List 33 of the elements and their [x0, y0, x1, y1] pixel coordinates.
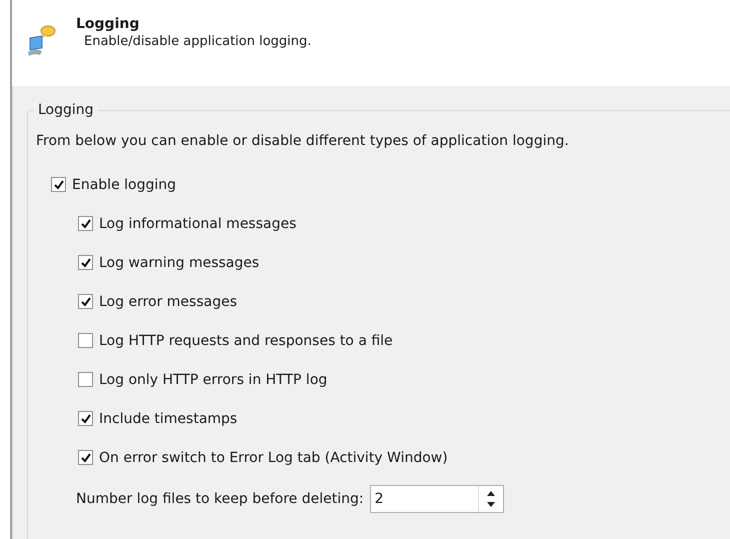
checkbox[interactable]	[51, 177, 66, 192]
spinner-label: Number log files to keep before deleting:	[76, 491, 364, 507]
number-spinner[interactable]: 2	[370, 485, 504, 513]
checkbox[interactable]	[78, 333, 93, 348]
up-arrow-icon[interactable]	[486, 491, 495, 496]
checkbox-label: Log error messages	[99, 294, 238, 310]
checkbox[interactable]	[78, 255, 93, 270]
checkbox-label: On error switch to Error Log tab (Activity Window)	[99, 450, 448, 466]
checkbox[interactable]	[78, 450, 93, 465]
checkbox-label: Log only HTTP errors in HTTP log	[99, 372, 328, 388]
page-title: Logging	[76, 16, 140, 32]
checkbox-option[interactable]: Log only HTTP errors in HTTP log	[78, 360, 730, 399]
page-subtitle: Enable/disable application logging.	[84, 34, 312, 49]
checkbox-option[interactable]: Enable logging	[51, 165, 730, 204]
down-arrow-icon[interactable]	[486, 502, 495, 507]
checkbox-label: Log warning messages	[99, 254, 260, 270]
group-title: Logging	[34, 102, 98, 118]
checkbox-label: Log HTTP requests and responses to a file	[99, 332, 393, 348]
checkbox-label: Include timestamps	[99, 410, 238, 426]
description-text: From below you can enable or disable different types of application logging.	[36, 133, 570, 149]
checkbox[interactable]	[78, 294, 93, 309]
checkbox-option[interactable]: Log warning messages	[78, 243, 730, 282]
checkbox-option[interactable]: Log informational messages	[78, 204, 730, 243]
checkbox-option[interactable]: On error switch to Error Log tab (Activity Window)	[78, 438, 730, 477]
checkbox[interactable]	[78, 411, 93, 426]
checkbox-label: Log informational messages	[99, 216, 296, 232]
checkbox-option[interactable]: Log HTTP requests and responses to a file	[78, 321, 730, 360]
checkbox-label: Enable logging	[72, 176, 176, 192]
computer-chat-icon	[26, 24, 56, 58]
checkbox-option[interactable]: Include timestamps	[78, 399, 730, 438]
checkbox[interactable]	[78, 216, 93, 231]
checkbox[interactable]	[78, 372, 93, 387]
checkbox-option[interactable]: Log error messages	[78, 282, 730, 321]
